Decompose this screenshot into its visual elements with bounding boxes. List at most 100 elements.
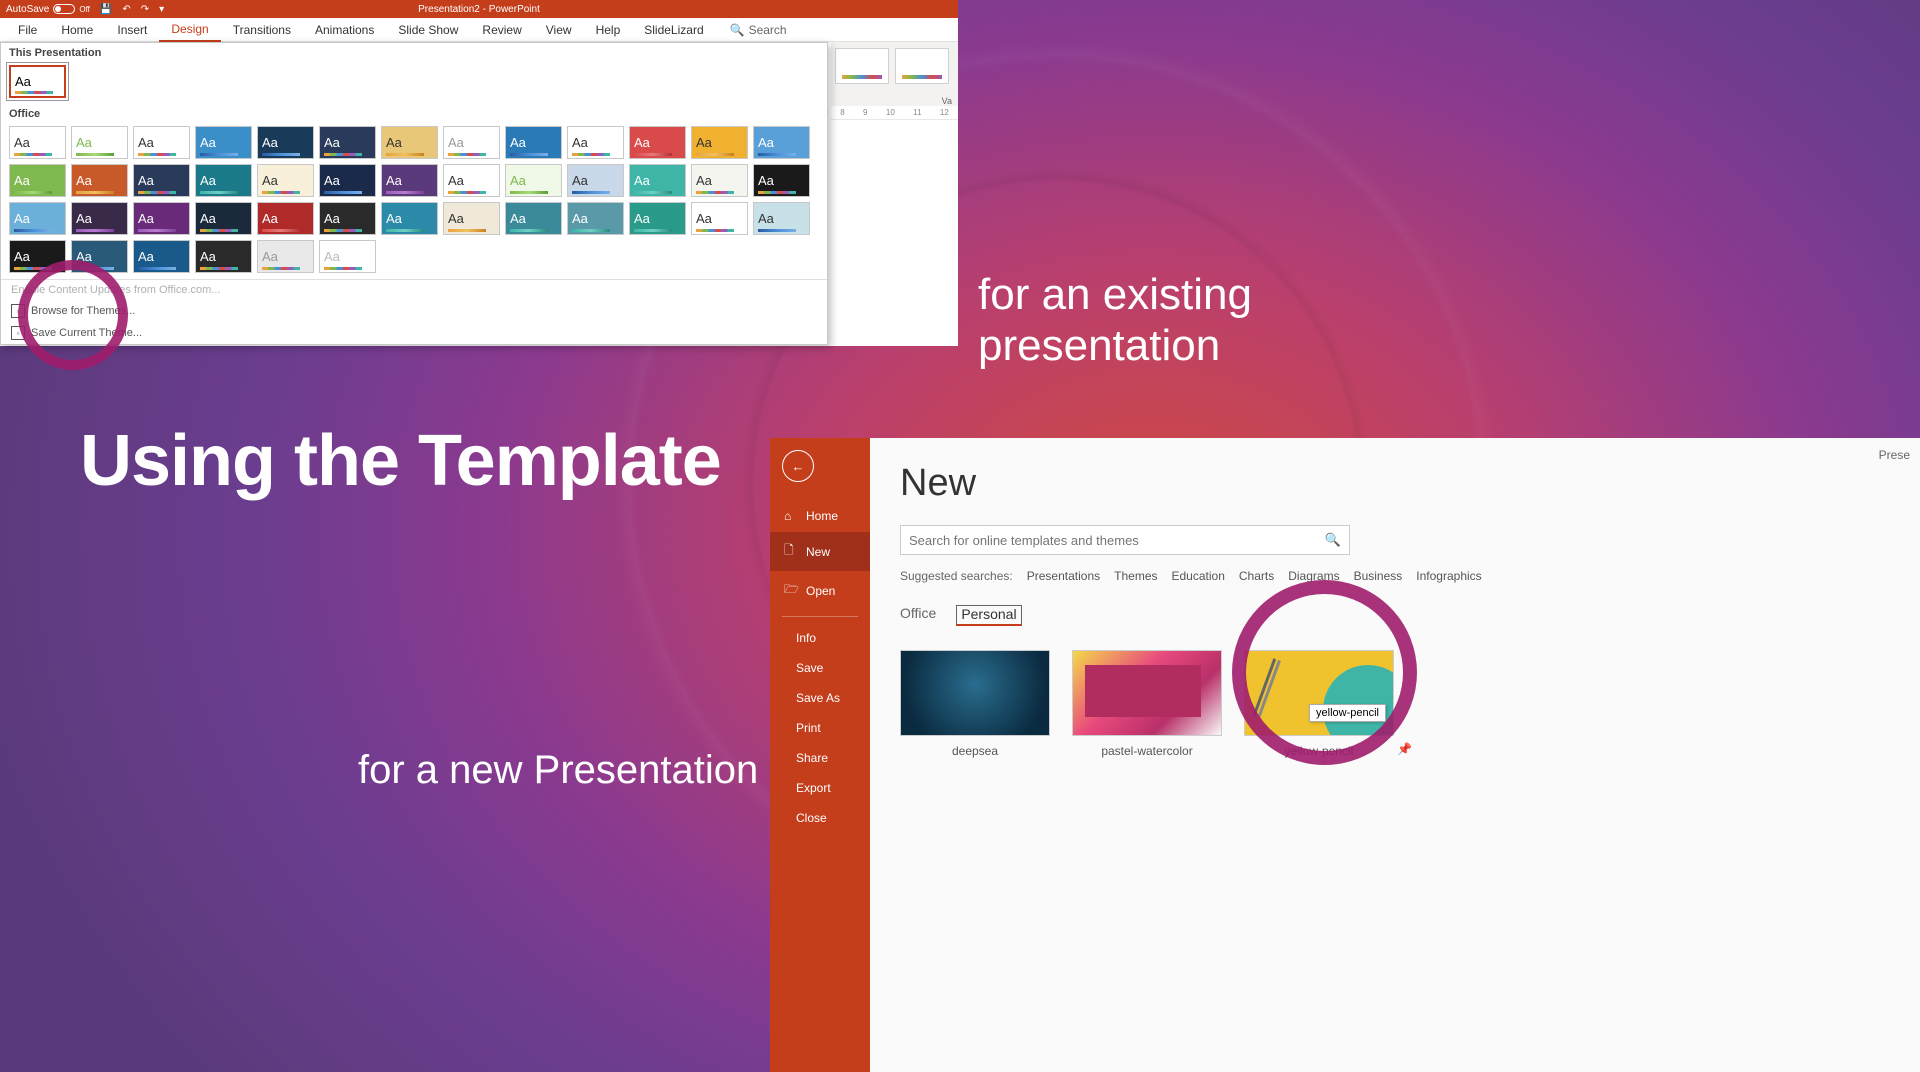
variant-thumb[interactable] [895, 48, 949, 84]
suggested-search-diagrams[interactable]: Diagrams [1288, 569, 1339, 583]
suggested-search-themes[interactable]: Themes [1114, 569, 1157, 583]
tab-personal[interactable]: Personal [956, 605, 1021, 626]
save-current-theme-item[interactable]: ▫ Save Current Theme... [1, 322, 827, 344]
theme-thumb[interactable]: Aa [505, 126, 562, 159]
suggested-search-education[interactable]: Education [1172, 569, 1225, 583]
theme-thumb[interactable]: Aa [195, 126, 252, 159]
back-button[interactable]: ← [782, 450, 814, 482]
search-input[interactable] [909, 533, 1325, 548]
template-pastel-watercolor[interactable]: pastel-watercolor [1072, 650, 1222, 758]
autosave-toggle[interactable]: AutoSave Off [6, 4, 90, 15]
suggested-search-infographics[interactable]: Infographics [1416, 569, 1481, 583]
pin-icon[interactable]: 📌 [1397, 742, 1412, 756]
theme-thumb[interactable]: Aa [691, 202, 748, 235]
template-yellow-pencil[interactable]: yellow-pencilyellow-pencil📌 [1244, 650, 1394, 758]
ribbon-tab-animations[interactable]: Animations [303, 19, 386, 41]
ribbon-tab-review[interactable]: Review [470, 19, 533, 41]
theme-thumb[interactable]: Aa [753, 202, 810, 235]
theme-thumb[interactable]: Aa [195, 202, 252, 235]
theme-thumb[interactable]: Aa [133, 164, 190, 197]
suggested-search-charts[interactable]: Charts [1239, 569, 1274, 583]
theme-thumb[interactable]: Aa [71, 240, 128, 273]
theme-thumb[interactable]: Aa [567, 126, 624, 159]
theme-thumb[interactable]: Aa [257, 240, 314, 273]
search-icon[interactable]: 🔍 [1325, 532, 1341, 548]
nav-home[interactable]: ⌂ Home [770, 500, 870, 532]
nav-saveas[interactable]: Save As [770, 683, 870, 713]
ribbon-tab-file[interactable]: File [6, 19, 49, 41]
undo-icon[interactable]: ↶ [122, 4, 130, 15]
nav-share[interactable]: Share [770, 743, 870, 773]
theme-thumb[interactable]: Aa [257, 126, 314, 159]
theme-thumb-current[interactable]: Aa [9, 65, 66, 98]
ribbon-tab-transitions[interactable]: Transitions [221, 19, 303, 41]
nav-info[interactable]: Info [770, 623, 870, 653]
suggested-search-presentations[interactable]: Presentations [1027, 569, 1100, 583]
save-icon[interactable]: 💾 [100, 4, 112, 15]
nav-print[interactable]: Print [770, 713, 870, 743]
theme-thumb[interactable]: Aa [381, 164, 438, 197]
nav-export[interactable]: Export [770, 773, 870, 803]
theme-thumb[interactable]: Aa [71, 164, 128, 197]
theme-thumb[interactable]: Aa [753, 126, 810, 159]
theme-thumb[interactable]: Aa [9, 240, 66, 273]
theme-thumb[interactable]: Aa [629, 164, 686, 197]
theme-thumb[interactable]: Aa [71, 202, 128, 235]
theme-thumb[interactable]: Aa [319, 164, 376, 197]
ribbon-tab-help[interactable]: Help [584, 19, 633, 41]
theme-thumb[interactable]: Aa [319, 202, 376, 235]
theme-thumb[interactable]: Aa [71, 126, 128, 159]
theme-thumb[interactable]: Aa [629, 126, 686, 159]
theme-thumb[interactable]: Aa [691, 164, 748, 197]
nav-close[interactable]: Close [770, 803, 870, 833]
theme-thumb[interactable]: Aa [567, 202, 624, 235]
browse-for-themes-item[interactable]: ▫ Browse for Themes... [1, 300, 827, 322]
theme-accent-bar [200, 191, 238, 194]
template-deepsea[interactable]: deepsea [900, 650, 1050, 758]
ribbon-tab-slidelizard[interactable]: SlideLizard [632, 19, 715, 41]
theme-thumb[interactable]: Aa [133, 240, 190, 273]
ribbon-tab-design[interactable]: Design [159, 18, 220, 42]
theme-thumb[interactable]: Aa [257, 202, 314, 235]
template-search[interactable]: 🔍 [900, 525, 1350, 555]
theme-thumb[interactable]: Aa [629, 202, 686, 235]
theme-thumb[interactable]: Aa [195, 240, 252, 273]
theme-thumb[interactable]: Aa [133, 202, 190, 235]
theme-thumb[interactable]: Aa [443, 202, 500, 235]
theme-thumb[interactable]: Aa [567, 164, 624, 197]
theme-thumb[interactable]: Aa [195, 164, 252, 197]
redo-icon[interactable]: ↷ [141, 4, 149, 15]
new-icon: 🗋 [784, 541, 798, 562]
ribbon-tab-home[interactable]: Home [49, 19, 105, 41]
theme-thumb[interactable]: Aa [133, 126, 190, 159]
theme-thumb[interactable]: Aa [443, 164, 500, 197]
theme-thumb[interactable]: Aa [691, 126, 748, 159]
theme-thumb[interactable]: Aa [381, 202, 438, 235]
qat-more-icon[interactable]: ▾ [159, 4, 164, 15]
suggested-search-business[interactable]: Business [1354, 569, 1403, 583]
variant-thumb[interactable] [835, 48, 889, 84]
ribbon-tab-view[interactable]: View [534, 19, 584, 41]
ribbon-tab-slideshow[interactable]: Slide Show [386, 19, 470, 41]
autosave-switch-icon[interactable] [53, 4, 75, 14]
theme-thumb[interactable]: Aa [257, 164, 314, 197]
nav-open[interactable]: 🗁 Open [770, 571, 870, 610]
nav-new[interactable]: 🗋 New [770, 532, 870, 571]
nav-save[interactable]: Save [770, 653, 870, 683]
ruler-mark: 9 [863, 108, 867, 117]
theme-thumb[interactable]: Aa [443, 126, 500, 159]
variants-group-label: Va [831, 96, 958, 106]
theme-thumb[interactable]: Aa [319, 126, 376, 159]
theme-thumb[interactable]: Aa [381, 126, 438, 159]
theme-thumb[interactable]: Aa [319, 240, 376, 273]
theme-thumb[interactable]: Aa [9, 126, 66, 159]
theme-thumb[interactable]: Aa [753, 164, 810, 197]
theme-sample-text: Aa [448, 174, 499, 187]
ribbon-tab-insert[interactable]: Insert [105, 19, 159, 41]
ribbon-search[interactable]: 🔍Search [730, 23, 787, 37]
theme-thumb[interactable]: Aa [9, 164, 66, 197]
tab-office[interactable]: Office [900, 605, 936, 626]
theme-thumb[interactable]: Aa [9, 202, 66, 235]
theme-thumb[interactable]: Aa [505, 202, 562, 235]
theme-thumb[interactable]: Aa [505, 164, 562, 197]
